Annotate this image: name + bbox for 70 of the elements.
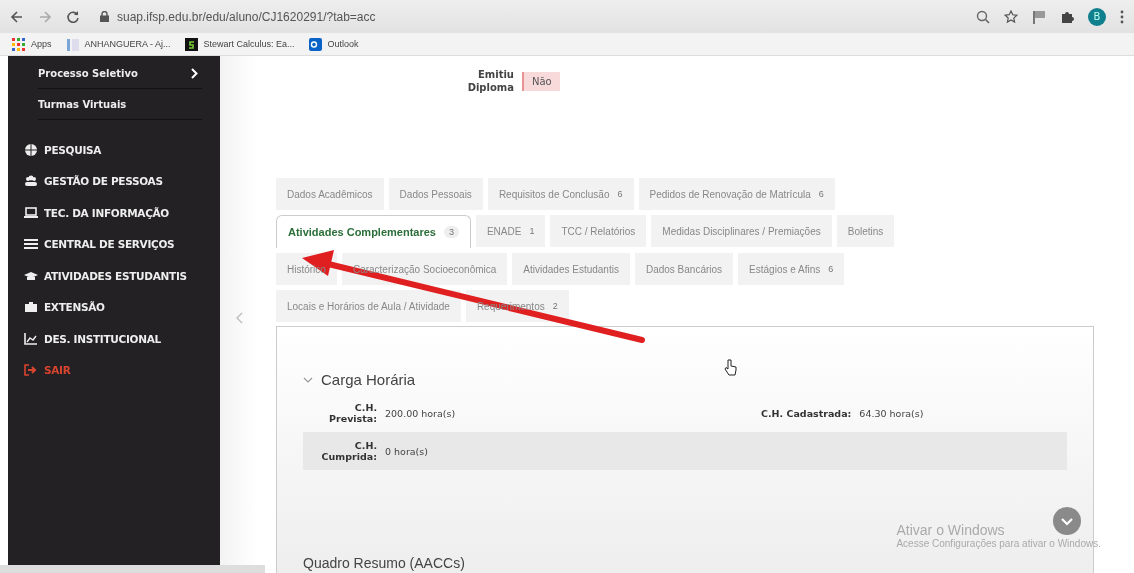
tab[interactable]: Dados Pessoais <box>388 178 483 210</box>
section-header[interactable]: Carga Horária <box>303 371 1067 388</box>
sidebar-item[interactable]: PESQUISA <box>8 134 220 166</box>
tab[interactable]: Dados Acadêmicos <box>276 178 384 210</box>
flag-icon[interactable] <box>1032 9 1046 24</box>
sidebar-item[interactable]: CENTRAL DE SERVIÇOS <box>8 228 220 260</box>
tab[interactable]: Locais e Horários de Aula / Atividade <box>276 290 461 322</box>
count-label: 6 <box>828 264 834 274</box>
bookmark-link[interactable]: Stewart Calculus: Ea... <box>184 37 295 51</box>
tab[interactable]: ENADE 1 <box>475 215 546 247</box>
tab[interactable]: Estágios e Afins 6 <box>738 253 845 285</box>
field-label: C.H. Cumprida: <box>321 440 377 462</box>
tab[interactable]: Dados Bancários <box>634 253 734 285</box>
square-icon <box>184 37 198 51</box>
activation-text: Acesse Configurações para ativar o Windows. <box>896 538 1101 549</box>
profile-avatar[interactable]: B <box>1088 7 1106 26</box>
count-label: 6 <box>617 189 623 199</box>
star-icon[interactable] <box>1004 9 1018 24</box>
field-value: 200.00 hora(s) <box>385 407 456 419</box>
mail-icon <box>308 37 322 51</box>
puzzle-icon[interactable] <box>1060 9 1074 24</box>
people-icon <box>24 174 38 189</box>
lock-icon <box>100 11 109 22</box>
zoom-icon[interactable] <box>976 9 990 24</box>
field-value: 0 hora(s) <box>385 445 428 457</box>
hand-cursor-icon <box>723 359 737 377</box>
count-badge: 3 <box>443 226 459 238</box>
sidebar-item[interactable]: EXTENSÃO <box>8 291 220 323</box>
sidebar-item[interactable]: DES. INSTITUCIONAL <box>8 323 220 355</box>
address-bar[interactable]: suap.ifsp.edu.br/edu/aluno/CJ1620291/?tab=acc <box>94 4 962 29</box>
more-icon[interactable] <box>1120 9 1124 24</box>
bookmark-link[interactable]: Apps <box>12 37 52 51</box>
briefcase-icon <box>24 300 38 315</box>
sidebar-item[interactable]: SAIR <box>8 354 220 386</box>
chevron-down-icon <box>303 376 313 383</box>
submenu-item[interactable]: Processo Seletivo <box>38 58 202 89</box>
apps-grid-icon <box>12 37 25 51</box>
bookmark-link[interactable]: Outlook <box>308 37 359 51</box>
tab[interactable]: Atividades Complementares 3 <box>276 215 471 248</box>
activation-title: Ativar o Windows <box>896 522 1006 538</box>
sidebar-item[interactable]: GESTÃO DE PESSOAS <box>8 165 220 197</box>
status-badge: Não <box>522 71 560 91</box>
field-label: Emitiu Diploma <box>466 68 514 94</box>
reload-icon[interactable] <box>66 9 80 24</box>
tab[interactable]: Boletins <box>836 215 895 247</box>
section-header[interactable]: Quadro Resumo (AACCs) <box>303 555 465 571</box>
chart-icon <box>24 331 38 346</box>
exit-icon <box>24 363 38 378</box>
back-icon[interactable] <box>10 9 24 24</box>
field-label: C.H. Prevista: <box>328 402 377 424</box>
tab[interactable]: TCC / Relatórios <box>550 215 647 247</box>
laptop-icon <box>24 205 38 220</box>
tab[interactable]: Atividades Estudantis <box>512 253 630 285</box>
list-icon <box>24 237 38 252</box>
count-label: 1 <box>529 226 535 236</box>
field-label: C.H. Cadastrada: <box>761 407 852 419</box>
submenu-item[interactable]: Turmas Virtuais <box>38 89 202 120</box>
bookmark-link[interactable]: ANHANGUERA - Aj... <box>65 37 171 51</box>
globe-icon <box>24 142 38 157</box>
document-icon <box>65 37 79 51</box>
count-label: 2 <box>552 301 558 311</box>
tab[interactable]: Medidas Disciplinares / Premiações <box>651 215 832 247</box>
sidebar-item[interactable]: ATIVIDADES ESTUDANTIS <box>8 260 220 292</box>
field-value: 64.30 hora(s) <box>859 407 924 419</box>
chevron-right-icon <box>191 67 198 79</box>
tab[interactable]: Pedidos de Renovação de Matrícula 6 <box>638 178 835 210</box>
tab[interactable]: Requisitos de Conclusão 6 <box>487 178 634 210</box>
scroll-down-button-icon[interactable] <box>1053 507 1081 535</box>
count-label: 6 <box>818 189 824 199</box>
sidebar-item[interactable]: TEC. DA INFORMAÇÃO <box>8 197 220 229</box>
